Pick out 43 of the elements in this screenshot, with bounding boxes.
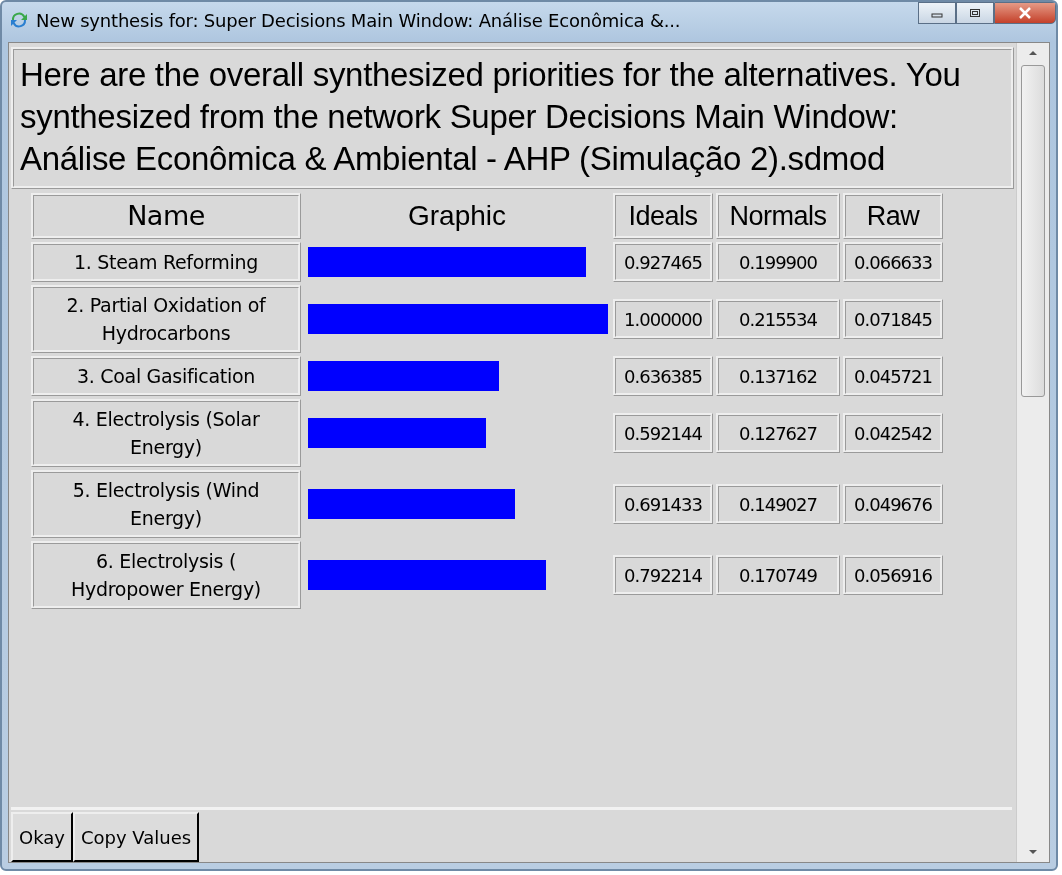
message-text: Here are the overall synthesized priorities for the alternatives. You synthesized from the network Super Decisions Main Window: Análise Econômica & Ambiental - AHP (Simulação 2).sdmod — [11, 47, 1014, 189]
minimize-button[interactable] — [918, 2, 956, 24]
close-button[interactable] — [994, 2, 1056, 24]
column-header: Ideals — [613, 193, 713, 239]
table-cell: 0.066633 — [843, 242, 943, 282]
name-cell: 4. Electrolysis (Solar Energy) — [31, 399, 301, 467]
dialog-button[interactable]: Okay — [11, 812, 73, 862]
dialog-button[interactable]: Copy Values — [72, 812, 200, 862]
name-cell: 3. Coal Gasification — [31, 356, 301, 396]
window-title: New synthesis for: Super Decisions Main Window: Análise Econômica &... — [36, 9, 681, 31]
table-cell: 0.042542 — [843, 413, 943, 453]
table-cell: 0.071845 — [843, 299, 943, 339]
table-cell: 0.691433 — [613, 484, 713, 524]
circular-arrows-icon — [8, 9, 30, 31]
column-header: Graphic — [406, 199, 507, 233]
close-icon — [1018, 7, 1032, 19]
table-cell: 0.592144 — [613, 413, 713, 453]
table-cell: 0.045721 — [843, 356, 943, 396]
table-cell: 0.792214 — [613, 555, 713, 595]
name-cell: 5. Electrolysis (Wind Energy) — [31, 470, 301, 538]
scroll-down-icon[interactable] — [1028, 848, 1038, 856]
table-cell: 0.170749 — [716, 555, 840, 595]
column-header: Normals — [716, 193, 840, 239]
table-cell: 0.927465 — [613, 242, 713, 282]
scrollbar-thumb[interactable] — [1021, 65, 1045, 397]
table-cell: 0.127627 — [716, 413, 840, 453]
column-header: Name — [31, 193, 301, 239]
table-cell: 0.049676 — [843, 484, 943, 524]
name-cell: 1. Steam Reforming — [31, 242, 301, 282]
maximize-icon — [969, 8, 981, 18]
table-cell: 0.636385 — [613, 356, 713, 396]
scroll-up-icon[interactable] — [1028, 49, 1038, 57]
vertical-scrollbar[interactable] — [1016, 43, 1049, 862]
table-cell: 0.137162 — [716, 356, 840, 396]
table-cell: 0.056916 — [843, 555, 943, 595]
maximize-button[interactable] — [956, 2, 994, 24]
name-cell: 2. Partial Oxidation of Hydrocarbons — [31, 285, 301, 353]
table-cell: 0.149027 — [716, 484, 840, 524]
table-cell: 0.215534 — [716, 299, 840, 339]
table-cell: 0.199900 — [716, 242, 840, 282]
table-cell: 1.000000 — [613, 299, 713, 339]
column-header: Raw — [843, 193, 943, 239]
name-cell: 6. Electrolysis ( Hydropower Energy) — [31, 541, 301, 609]
